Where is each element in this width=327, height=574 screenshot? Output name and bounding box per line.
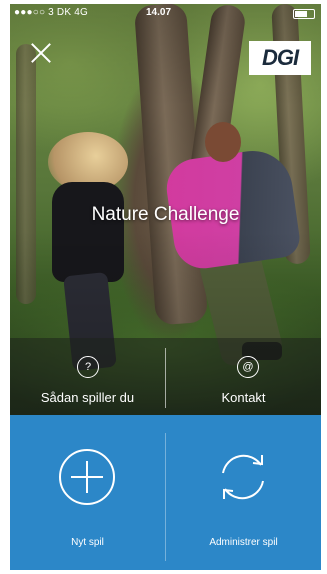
page-title: Nature Challenge [91, 204, 240, 225]
info-bar: ? Sådan spiller du @ Kontakt [10, 338, 321, 415]
close-icon[interactable] [30, 42, 52, 64]
action-panel: Nyt spil Administrer spil [10, 415, 321, 570]
status-bar: ●●●○○ 3 DK 4G 14.07 [10, 4, 321, 22]
new-game-button[interactable]: Nyt spil [10, 415, 165, 570]
contact-button[interactable]: @ Kontakt [166, 338, 321, 415]
how-to-play-button[interactable]: ? Sådan spiller du [10, 338, 165, 415]
manage-games-button[interactable]: Administrer spil [166, 415, 321, 570]
contact-label: Kontakt [221, 390, 266, 405]
refresh-icon [222, 454, 264, 500]
question-icon: ? [77, 356, 99, 378]
status-time: 14.07 [146, 7, 172, 18]
plus-circle-icon [59, 449, 115, 505]
battery-icon [293, 9, 315, 19]
app-screen: ●●●○○ 3 DK 4G 14.07 DGI Nature Challenge… [10, 4, 321, 570]
carrier-signal: ●●●○○ 3 DK 4G [14, 7, 88, 18]
how-to-play-label: Sådan spiller du [40, 390, 135, 405]
new-game-label: Nyt spil [71, 537, 104, 548]
manage-games-label: Administrer spil [209, 537, 278, 548]
at-icon: @ [237, 356, 259, 378]
dgi-logo: DGI [249, 41, 311, 75]
